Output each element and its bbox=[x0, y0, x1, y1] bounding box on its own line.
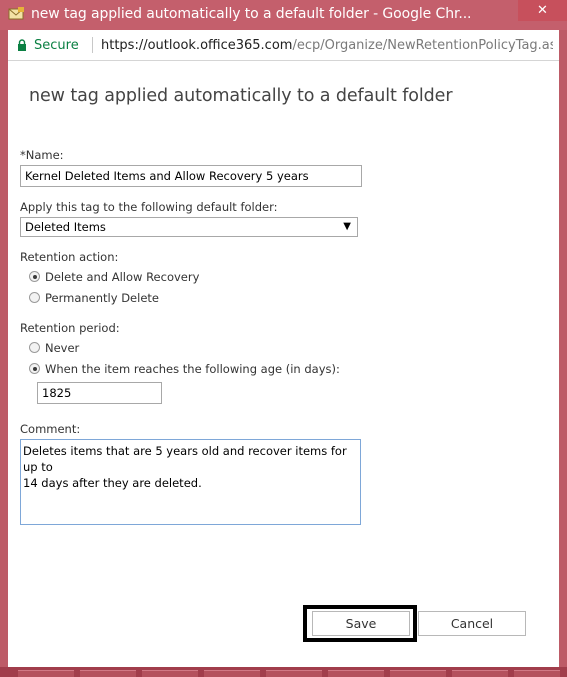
secure-label: Secure bbox=[34, 38, 79, 53]
radio-button[interactable] bbox=[29, 271, 40, 282]
radio-label: Never bbox=[45, 341, 80, 355]
url-path: /ecp/Organize/NewRetentionPolicyTag.as..… bbox=[292, 38, 553, 53]
comment-textarea[interactable]: Deletes items that are 5 years old and r… bbox=[20, 439, 361, 525]
age-days-input[interactable]: 1825 bbox=[37, 382, 162, 404]
default-folder-select[interactable]: Deleted Items ▼ bbox=[20, 217, 358, 237]
radio-button[interactable] bbox=[29, 292, 40, 303]
retention-action-label: Retention action: bbox=[20, 250, 119, 264]
taskbar-item[interactable] bbox=[142, 670, 198, 677]
close-window-button[interactable]: ✕ bbox=[518, 0, 567, 21]
taskbar-item[interactable] bbox=[80, 670, 136, 677]
window-title: new tag applied automatically to a defau… bbox=[31, 6, 472, 22]
taskbar-item[interactable] bbox=[204, 670, 260, 677]
dropdown-arrow-icon: ▼ bbox=[343, 221, 351, 232]
retention-period-label: Retention period: bbox=[20, 321, 120, 335]
radio-button[interactable] bbox=[29, 342, 40, 353]
lock-icon bbox=[18, 39, 26, 51]
taskbar-item[interactable] bbox=[452, 670, 508, 677]
radio-label: When the item reaches the following age … bbox=[45, 362, 340, 376]
cancel-button[interactable]: Cancel bbox=[418, 611, 526, 636]
default-folder-selected: Deleted Items bbox=[25, 220, 106, 234]
taskbar-item[interactable] bbox=[18, 670, 74, 677]
close-icon: ✕ bbox=[537, 3, 548, 18]
taskbar-item[interactable] bbox=[328, 670, 384, 677]
name-input[interactable]: Kernel Deleted Items and Allow Recovery … bbox=[20, 165, 362, 187]
name-label: *Name: bbox=[20, 148, 64, 162]
url-text[interactable]: https://outlook.office365.com/ecp/Organi… bbox=[101, 38, 553, 53]
taskbar bbox=[0, 667, 567, 677]
url-host: https://outlook.office365.com bbox=[101, 38, 293, 53]
address-divider bbox=[92, 37, 93, 53]
save-button-highlight bbox=[303, 605, 417, 642]
taskbar-item[interactable] bbox=[266, 670, 322, 677]
comment-line: 14 days after they are deleted. bbox=[23, 476, 202, 490]
mail-tag-icon bbox=[8, 7, 24, 20]
comment-line: Deletes items that are 5 years old and r… bbox=[23, 444, 347, 474]
taskbar-item[interactable] bbox=[390, 670, 446, 677]
radio-label: Delete and Allow Recovery bbox=[45, 270, 200, 284]
address-bar[interactable]: Secure https://outlook.office365.com/ecp… bbox=[8, 30, 559, 61]
radio-button[interactable] bbox=[29, 363, 40, 374]
taskbar-item[interactable] bbox=[514, 670, 560, 677]
folder-label: Apply this tag to the following default … bbox=[20, 200, 278, 214]
dialog-content: new tag applied automatically to a defau… bbox=[8, 61, 559, 667]
page-title: new tag applied automatically to a defau… bbox=[29, 86, 453, 106]
browser-window: new tag applied automatically to a defau… bbox=[0, 0, 567, 677]
title-bar: new tag applied automatically to a defau… bbox=[0, 0, 567, 30]
comment-label: Comment: bbox=[20, 422, 81, 436]
radio-label: Permanently Delete bbox=[45, 291, 159, 305]
